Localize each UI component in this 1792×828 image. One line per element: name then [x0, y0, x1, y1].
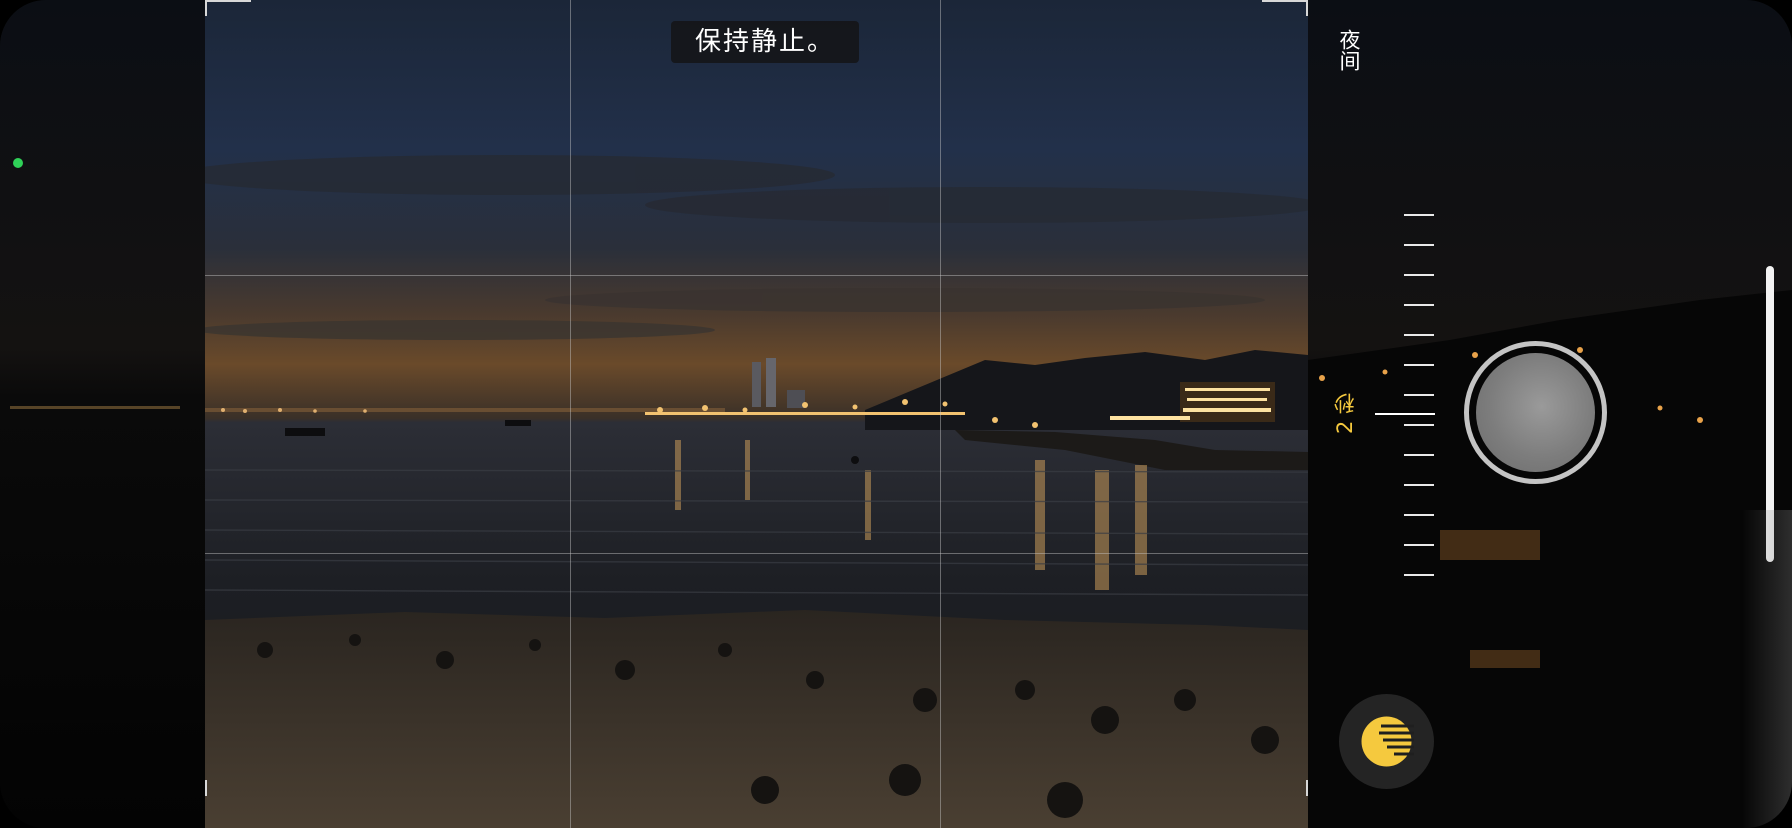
dial-tick — [1404, 514, 1434, 516]
viewfinder-scene — [205, 0, 1308, 828]
dial-tick — [1404, 574, 1434, 576]
shutter-button-inner[interactable] — [1476, 353, 1595, 472]
hold-still-hint: 保持静止。 — [671, 21, 860, 63]
dial-tick — [1404, 274, 1434, 276]
grid-horizontal-1 — [205, 275, 1308, 276]
dial-selected-pointer — [1375, 413, 1435, 415]
dial-tick — [1404, 394, 1434, 396]
frame-corner-bottom-right — [1306, 780, 1308, 796]
dial-tick — [1404, 364, 1434, 366]
camera-in-use-indicator — [13, 158, 23, 168]
dial-tick — [1404, 214, 1434, 216]
night-mode-button[interactable] — [1339, 694, 1434, 789]
dial-tick — [1404, 544, 1434, 546]
grid-vertical-2 — [940, 0, 941, 828]
night-mode-label: 夜间 — [1337, 29, 1361, 71]
viewfinder[interactable] — [205, 0, 1308, 828]
frame-corner-bottom-left — [205, 780, 207, 796]
dial-tick — [1404, 484, 1434, 486]
grid-horizontal-2 — [205, 553, 1308, 554]
grid-vertical-1 — [570, 0, 571, 828]
frame-corner-top-left — [205, 0, 251, 16]
dial-tick — [1404, 424, 1434, 426]
dial-tick — [1404, 244, 1434, 246]
night-mode-moon-icon — [1361, 716, 1414, 767]
dial-tick — [1404, 304, 1434, 306]
frame-corner-top-right — [1262, 0, 1308, 16]
edge-shade — [1742, 510, 1792, 828]
exposure-time-dial[interactable] — [1404, 214, 1434, 590]
exposure-time-label: 2 秒 — [1333, 393, 1357, 435]
dial-tick — [1404, 334, 1434, 336]
dial-tick — [1404, 454, 1434, 456]
camera-screen: 保持静止。 夜间 2 秒 — [0, 0, 1792, 828]
